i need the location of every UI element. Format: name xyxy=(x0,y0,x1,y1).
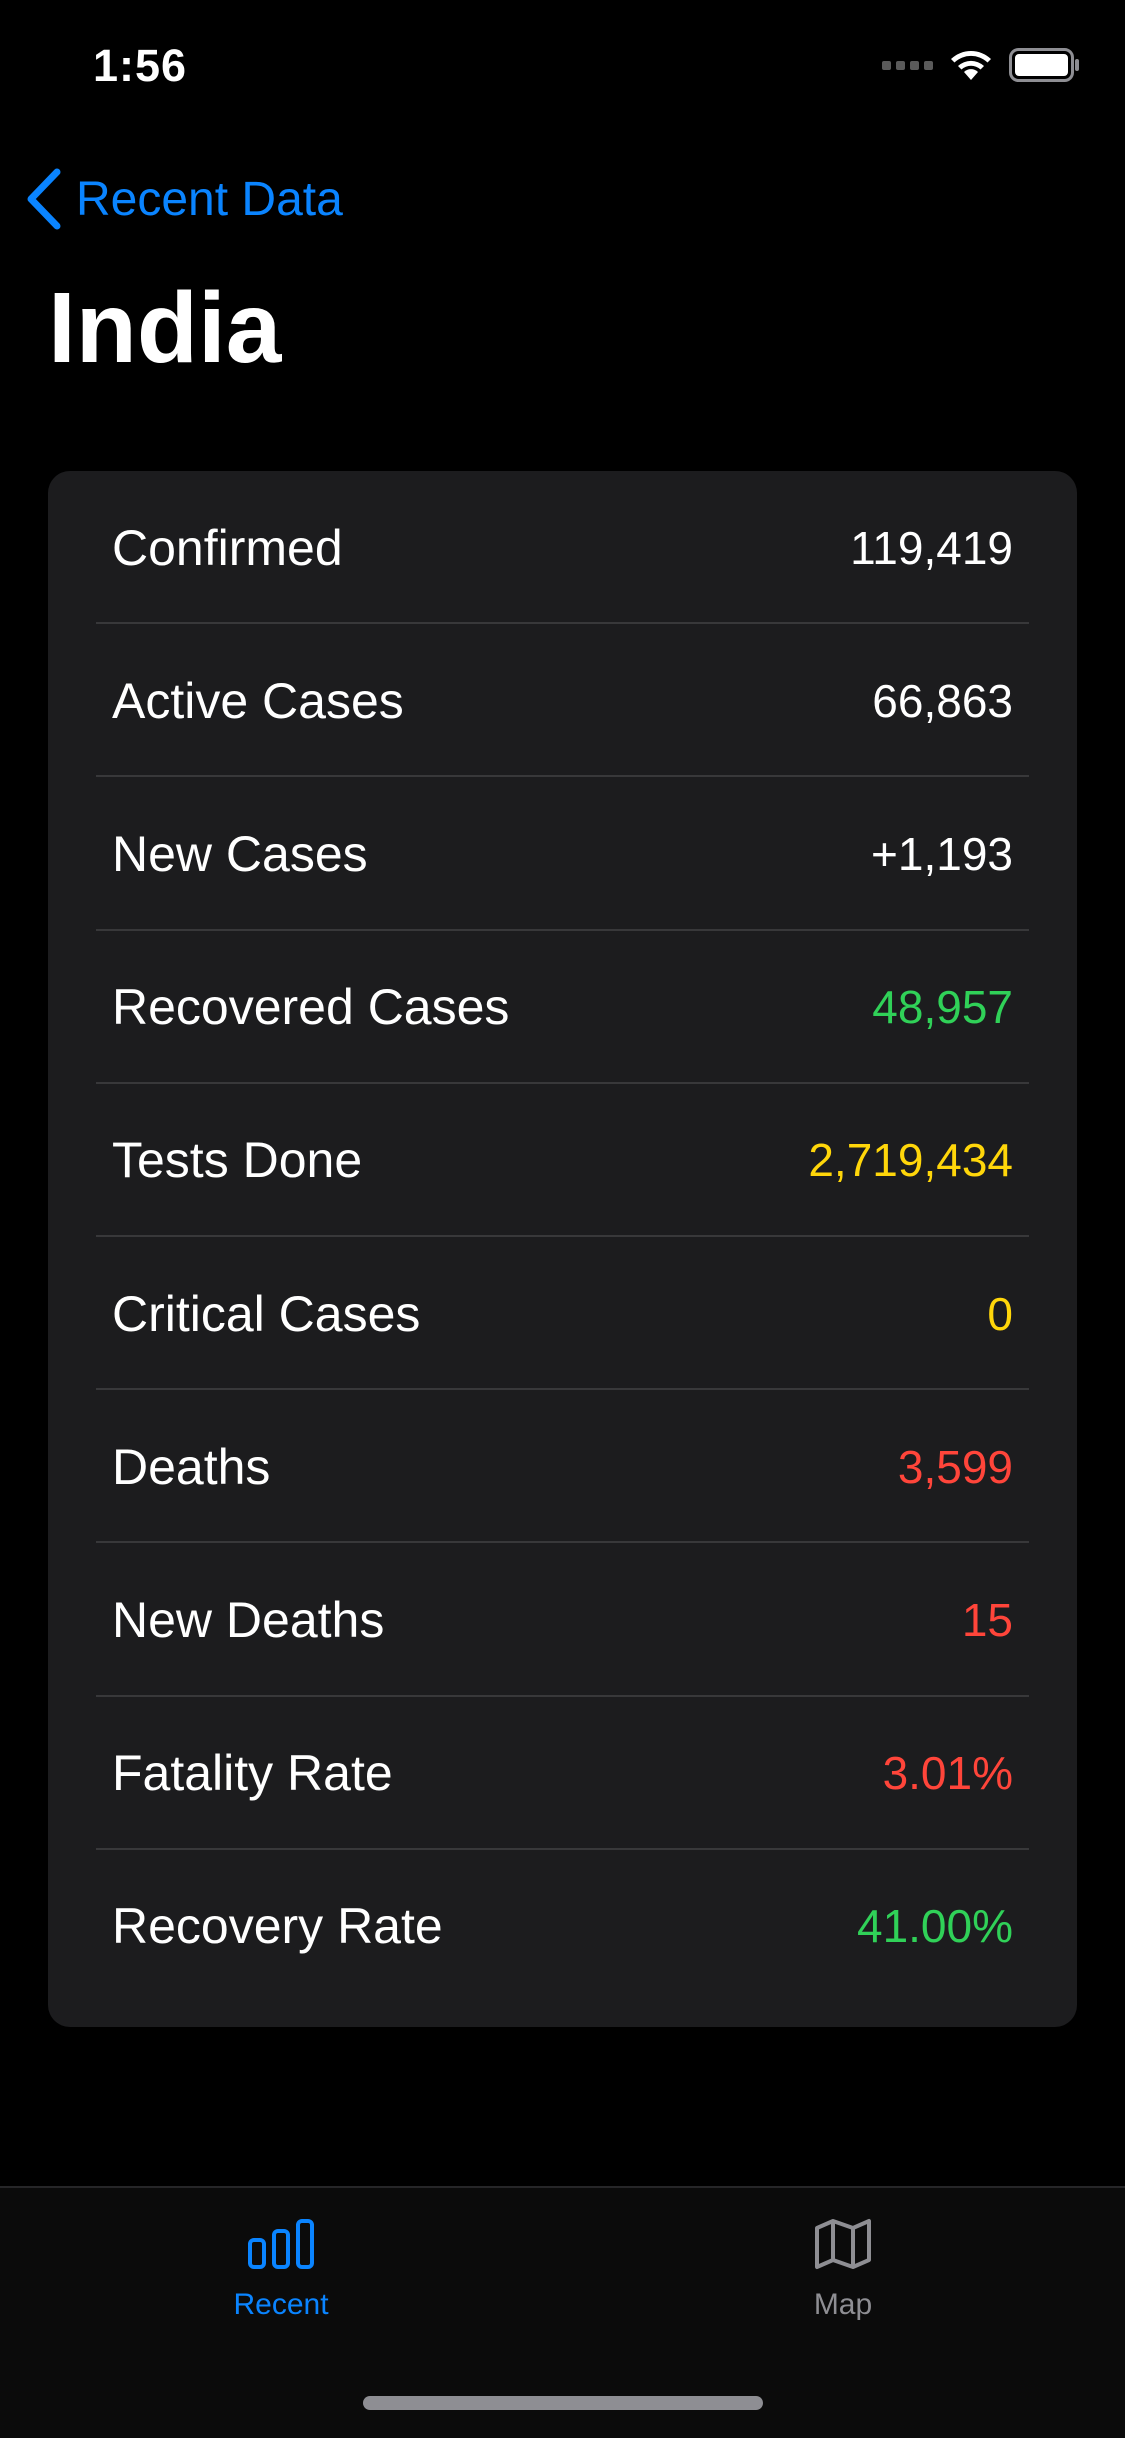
stat-value: 15 xyxy=(961,1593,1013,1646)
stat-label: New Cases xyxy=(112,825,368,882)
stat-label: Confirmed xyxy=(112,519,343,576)
tab-label: Map xyxy=(813,2288,873,2321)
back-button[interactable]: Recent Data xyxy=(24,166,343,232)
stat-label: Recovered Cases xyxy=(112,979,510,1036)
stats-card: Confirmed 119,419 Active Cases 66,863 Ne… xyxy=(48,471,1077,2027)
chevron-left-icon xyxy=(27,168,61,230)
stat-value: 3,599 xyxy=(897,1440,1013,1493)
page-title: India xyxy=(48,272,282,384)
stat-row-new-cases: New Cases +1,193 xyxy=(48,777,1077,931)
tab-recent[interactable]: Recent xyxy=(131,2218,431,2322)
tab-label: Recent xyxy=(233,2288,329,2321)
stat-value: 3.01% xyxy=(882,1747,1013,1800)
stat-row-active-cases: Active Cases 66,863 xyxy=(48,624,1077,778)
stat-label: Fatality Rate xyxy=(112,1745,393,1802)
stat-value: 66,863 xyxy=(872,674,1013,727)
stat-label: Tests Done xyxy=(112,1132,363,1189)
stat-value: 0 xyxy=(987,1287,1013,1340)
stat-value: 48,957 xyxy=(872,981,1013,1034)
back-button-label: Recent Data xyxy=(76,172,343,226)
bar-chart-icon xyxy=(248,2219,314,2269)
stat-row-recovery-rate: Recovery Rate 41.00% xyxy=(48,1850,1077,2003)
map-icon xyxy=(815,2219,871,2269)
stat-row-critical-cases: Critical Cases 0 xyxy=(48,1237,1077,1391)
tab-map[interactable]: Map xyxy=(693,2218,993,2322)
stat-value: 41.00% xyxy=(856,1900,1013,1953)
status-icons xyxy=(882,48,1081,82)
stat-value: 2,719,434 xyxy=(808,1134,1013,1187)
stat-value: 119,419 xyxy=(850,521,1013,574)
stat-row-deaths: Deaths 3,599 xyxy=(48,1390,1077,1544)
battery-icon xyxy=(1009,48,1079,82)
stat-label: Recovery Rate xyxy=(112,1898,443,1955)
home-indicator xyxy=(363,2396,763,2410)
stat-label: New Deaths xyxy=(112,1591,385,1648)
stat-row-tests-done: Tests Done 2,719,434 xyxy=(48,1084,1077,1238)
status-bar: 1:56 xyxy=(0,0,1125,140)
stat-label: Deaths xyxy=(112,1438,271,1495)
stat-row-confirmed: Confirmed 119,419 xyxy=(48,471,1077,625)
stat-label: Active Cases xyxy=(112,672,404,729)
stat-row-new-deaths: New Deaths 15 xyxy=(48,1543,1077,1697)
stat-row-fatality-rate: Fatality Rate 3.01% xyxy=(48,1697,1077,1850)
cellular-signal-icon xyxy=(882,60,933,70)
stat-value: +1,193 xyxy=(871,827,1013,880)
status-time: 1:56 xyxy=(93,40,188,91)
wifi-icon xyxy=(951,51,991,80)
stat-row-recovered-cases: Recovered Cases 48,957 xyxy=(48,931,1077,1084)
stat-label: Critical Cases xyxy=(112,1285,421,1342)
